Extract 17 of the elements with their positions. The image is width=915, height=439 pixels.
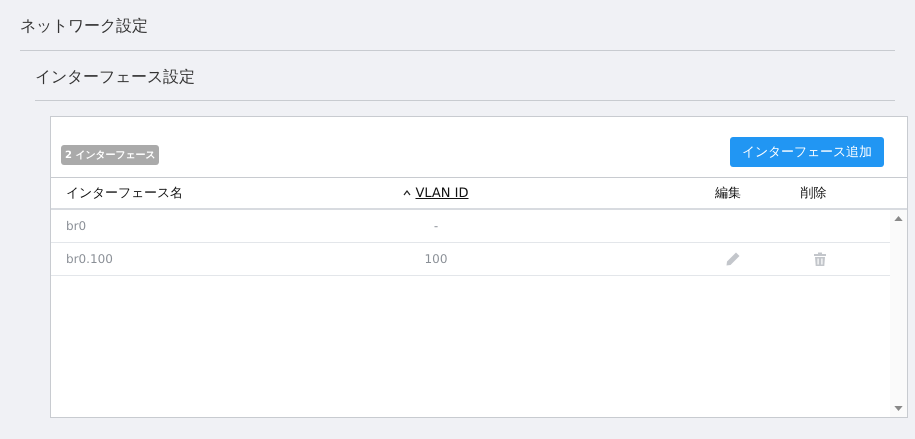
scroll-up-icon[interactable] xyxy=(894,216,903,221)
section-title: インターフェース設定 xyxy=(35,65,895,101)
sort-ascending-icon[interactable] xyxy=(403,190,412,196)
count-badge: 2 インターフェース xyxy=(61,145,160,165)
column-header-link[interactable]: VLAN ID xyxy=(415,186,469,200)
table-cell: br0.100 xyxy=(66,252,113,266)
column-header: インターフェース名 xyxy=(66,186,183,201)
table-cell: - xyxy=(434,219,438,233)
table-cell: br0 xyxy=(66,219,86,233)
table-cell: 100 xyxy=(424,252,448,266)
trash-icon[interactable] xyxy=(812,251,828,267)
column-header: 削除 xyxy=(800,185,826,202)
pencil-icon[interactable] xyxy=(725,251,741,267)
scroll-down-icon[interactable] xyxy=(894,406,903,411)
scrollbar[interactable] xyxy=(890,210,907,417)
column-header: 編集 xyxy=(715,185,741,202)
page-title: ネットワーク設定 xyxy=(20,14,895,51)
